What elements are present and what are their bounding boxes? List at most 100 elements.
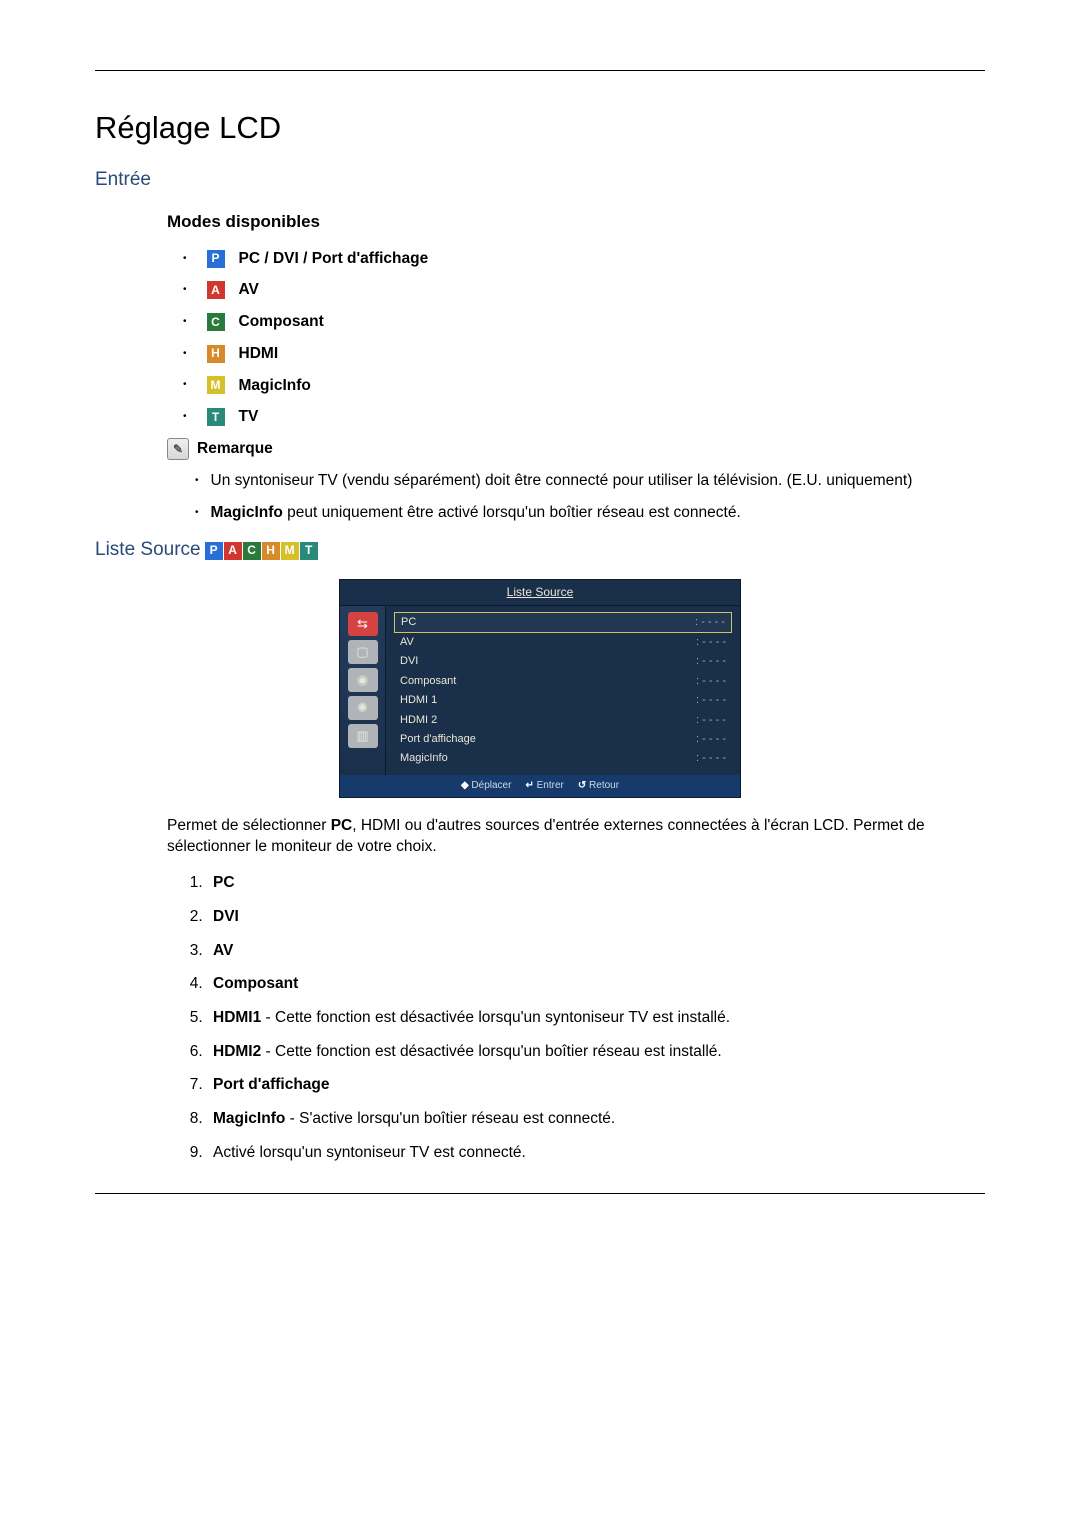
osd-row: Port d'affichage - - - - [394, 730, 732, 749]
liste-source-label: Liste Source [95, 537, 201, 564]
entree-heading: Entrée [95, 167, 985, 194]
osd-row-val: - - - - [696, 732, 726, 747]
osd-row-val: - - - - [695, 615, 725, 630]
osd-side-icon: ▥ [348, 724, 378, 748]
osd-row: MagicInfo - - - - [394, 749, 732, 768]
a-icon: A [224, 542, 242, 560]
note-item: Un syntoniseur TV (vendu séparément) doi… [195, 470, 985, 492]
note-list: Un syntoniseur TV (vendu séparément) doi… [195, 470, 985, 523]
mode-item: A AV [183, 279, 985, 301]
osd-row: HDMI 2 - - - - [394, 711, 732, 730]
mode-item: P PC / DVI / Port d'affichage [183, 248, 985, 270]
list-rest: - Cette fonction est désactivée lorsqu'u… [261, 1043, 721, 1060]
osd-row-name: HDMI 1 [400, 693, 688, 708]
osd-row-name: DVI [400, 654, 688, 669]
list-lead: HDMI1 [213, 1009, 261, 1026]
list-item: Composant [207, 973, 985, 995]
list-item: PC [207, 872, 985, 894]
mode-item: T TV [183, 406, 985, 428]
list-rest: Activé lorsqu'un syntoniseur TV est conn… [213, 1144, 526, 1161]
list-item: AV [207, 940, 985, 962]
osd-row-name: HDMI 2 [400, 713, 688, 728]
top-rule [95, 70, 985, 71]
remark-label: Remarque [197, 438, 273, 460]
osd-list: PC - - - - AV - - - - DVI - - - - Composant… [386, 606, 740, 775]
osd-row: HDMI 1 - - - - [394, 691, 732, 710]
note-item: MagicInfo peut uniquement être activé lo… [195, 502, 985, 524]
osd-row-val: - - - - [696, 693, 726, 708]
c-icon: C [243, 542, 261, 560]
modes-heading: Modes disponibles [167, 210, 985, 234]
note-rest: peut uniquement être activé lorsqu'un bo… [283, 504, 741, 521]
osd-footer-move: ◆ Déplacer [461, 779, 512, 793]
list-item: Port d'affichage [207, 1074, 985, 1096]
osd-side-icon: ✺ [348, 696, 378, 720]
note-icon: ✎ [167, 438, 189, 460]
osd-row: PC - - - - [394, 612, 732, 633]
osd-row-val: - - - - [696, 713, 726, 728]
osd-side-icon: ◉ [348, 668, 378, 692]
note-text: Un syntoniseur TV (vendu séparément) doi… [211, 470, 913, 492]
mode-label: MagicInfo [239, 375, 311, 397]
mode-label: TV [239, 406, 259, 428]
osd-side-icon: ▢ [348, 640, 378, 664]
osd-row-name: MagicInfo [400, 751, 688, 766]
list-item: HDMI2 - Cette fonction est désactivée lo… [207, 1041, 985, 1063]
m-icon: M [281, 542, 299, 560]
list-item: MagicInfo - S'active lorsqu'un boîtier r… [207, 1108, 985, 1130]
t-icon: T [207, 408, 225, 426]
liste-source-heading: Liste Source P A C H M T [95, 537, 985, 564]
note-bold: MagicInfo [211, 504, 283, 521]
list-rest: - S'active lorsqu'un boîtier réseau est … [285, 1110, 615, 1127]
p-icon: P [207, 250, 225, 268]
c-icon: C [207, 313, 225, 331]
mode-item: H HDMI [183, 343, 985, 365]
osd-row-name: PC [401, 615, 687, 630]
body-paragraph: Permet de sélectionner PC, HDMI ou d'aut… [167, 815, 985, 858]
m-icon: M [207, 376, 225, 394]
h-icon: H [207, 345, 225, 363]
a-icon: A [207, 281, 225, 299]
list-lead: DVI [213, 908, 239, 925]
h-icon: H [262, 542, 280, 560]
list-lead: Port d'affichage [213, 1076, 330, 1093]
list-item: DVI [207, 906, 985, 928]
modes-list: P PC / DVI / Port d'affichage A AV C Com… [183, 248, 985, 428]
list-lead: AV [213, 942, 233, 959]
osd-row: AV - - - - [394, 633, 732, 652]
mode-item: C Composant [183, 311, 985, 333]
mode-label: AV [239, 279, 259, 301]
list-item: HDMI1 - Cette fonction est désactivée lo… [207, 1007, 985, 1029]
p-icon: P [205, 542, 223, 560]
osd-title: Liste Source [340, 580, 740, 606]
bottom-rule [95, 1193, 985, 1194]
osd-footer: ◆ Déplacer ↵ Entrer ↺ Retour [340, 775, 740, 797]
osd-row: Composant - - - - [394, 672, 732, 691]
tag-row: P A C H M T [205, 542, 318, 560]
note-text: MagicInfo peut uniquement être activé lo… [211, 502, 741, 524]
list-rest: - Cette fonction est désactivée lorsqu'u… [261, 1009, 730, 1026]
mode-item: M MagicInfo [183, 375, 985, 397]
list-lead: HDMI2 [213, 1043, 261, 1060]
osd-footer-return: ↺ Retour [578, 779, 619, 793]
osd-row-name: Port d'affichage [400, 732, 688, 747]
osd-row-name: Composant [400, 674, 688, 689]
osd-row-val: - - - - [696, 674, 726, 689]
osd-row-val: - - - - [696, 751, 726, 766]
osd-side-icon: ⇆ [348, 612, 378, 636]
osd-row-val: - - - - [696, 635, 726, 650]
osd-sidebar: ⇆ ▢ ◉ ✺ ▥ [340, 606, 386, 775]
t-icon: T [300, 542, 318, 560]
osd-screenshot: Liste Source ⇆ ▢ ◉ ✺ ▥ PC - - - - AV - - -… [95, 580, 985, 797]
list-lead: Composant [213, 975, 298, 992]
list-lead: MagicInfo [213, 1110, 285, 1127]
osd-footer-enter: ↵ Entrer [525, 779, 563, 793]
mode-label: Composant [239, 311, 324, 333]
remark-row: ✎ Remarque [167, 438, 985, 460]
body-p-bold: PC [331, 817, 353, 834]
list-item: Activé lorsqu'un syntoniseur TV est conn… [207, 1142, 985, 1164]
mode-label: PC / DVI / Port d'affichage [239, 248, 429, 270]
osd-row-name: AV [400, 635, 688, 650]
osd-menu: Liste Source ⇆ ▢ ◉ ✺ ▥ PC - - - - AV - - -… [340, 580, 740, 797]
osd-body: ⇆ ▢ ◉ ✺ ▥ PC - - - - AV - - - - DVI - - - -… [340, 606, 740, 775]
